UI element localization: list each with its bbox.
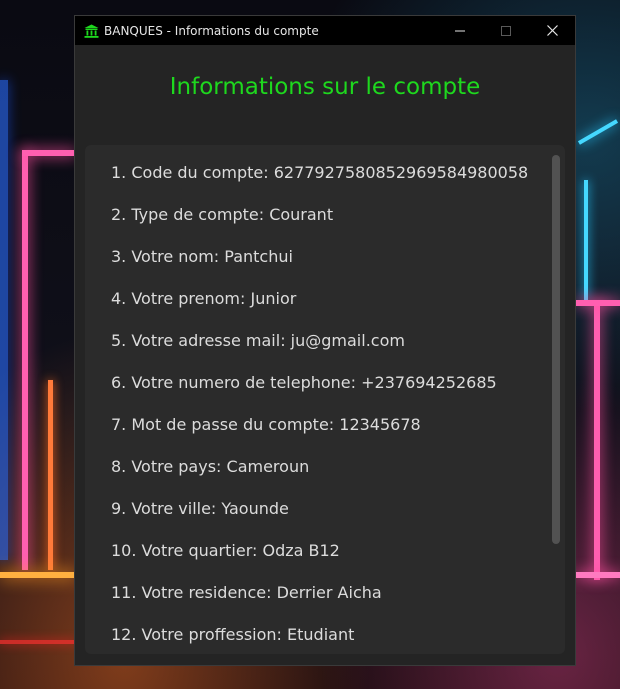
list-item: 5. Votre adresse mail: ju@gmail.com <box>111 331 405 350</box>
list-item: 9. Votre ville: Yaounde <box>111 499 289 518</box>
bank-icon <box>83 23 99 39</box>
maximize-button[interactable] <box>483 16 529 45</box>
neon-light <box>0 640 76 644</box>
list-item: 12. Votre proffession: Etudiant <box>111 625 355 644</box>
maximize-icon <box>501 25 511 36</box>
neon-light <box>0 572 76 578</box>
list-item: 7. Mot de passe du compte: 12345678 <box>111 415 421 434</box>
list-item: 6. Votre numero de telephone: +237694252… <box>111 373 497 392</box>
page-title: Informations sur le compte <box>169 74 481 100</box>
minimize-icon <box>455 30 465 31</box>
window-title: BANQUES - Informations du compte <box>104 23 319 38</box>
neon-light <box>48 380 53 570</box>
neon-light <box>594 300 600 580</box>
neon-light <box>584 180 588 300</box>
minimize-button[interactable] <box>437 16 483 45</box>
neon-light <box>577 119 619 145</box>
list-item: 11. Votre residence: Derrier Aicha <box>111 583 382 602</box>
neon-light <box>576 572 620 578</box>
list-item: 8. Votre pays: Cameroun <box>111 457 310 476</box>
neon-light <box>22 150 76 156</box>
account-info-window: BANQUES - Informations du compte Informa… <box>75 16 575 665</box>
close-button[interactable] <box>529 16 575 45</box>
list-item: 3. Votre nom: Pantchui <box>111 247 293 266</box>
list-item: 1. Code du compte: 627792758085296958498… <box>111 163 529 182</box>
list-item: 10. Votre quartier: Odza B12 <box>111 541 340 560</box>
info-scroll-panel[interactable]: 1. Code du compte: 627792758085296958498… <box>85 145 565 654</box>
close-icon <box>546 25 558 36</box>
neon-light <box>576 300 620 306</box>
title-bar[interactable]: BANQUES - Informations du compte <box>75 16 575 45</box>
neon-light <box>0 80 8 560</box>
list-item: 4. Votre prenom: Junior <box>111 289 297 308</box>
scrollbar-thumb[interactable] <box>552 155 560 544</box>
neon-light <box>22 150 28 570</box>
list-item: 2. Type de compte: Courant <box>111 205 334 224</box>
